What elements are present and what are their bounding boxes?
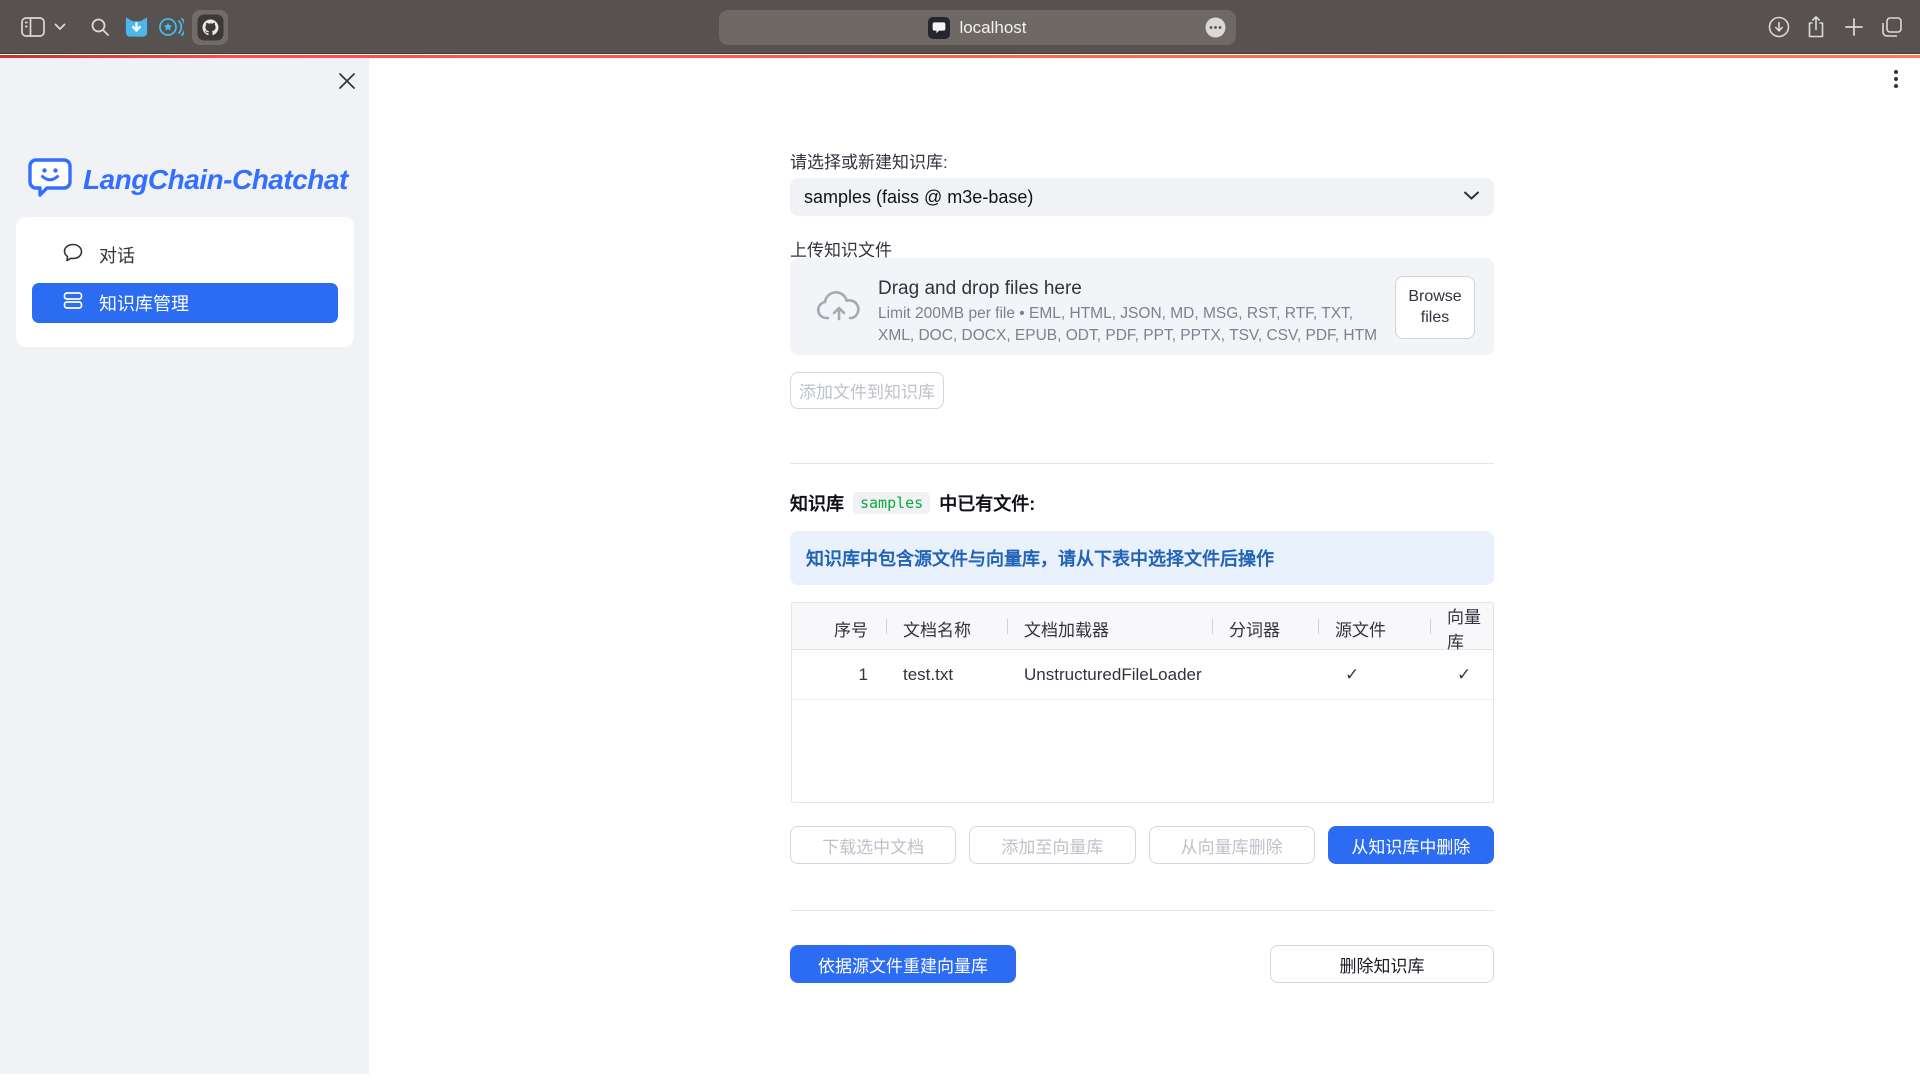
dropzone-limit-text: Limit 200MB per file • EML, HTML, JSON, …	[878, 303, 1393, 347]
add-to-vector-store-button[interactable]: 添加至向量库	[969, 826, 1135, 864]
kb-select-label: 请选择或新建知识库:	[790, 148, 948, 173]
chat-bubble-icon	[62, 242, 84, 268]
streamlit-decoration-bar	[0, 55, 1920, 58]
cell-name: test.txt	[886, 650, 1007, 699]
kb-heading-prefix: 知识库	[790, 490, 844, 516]
cell-index: 1	[792, 650, 886, 699]
dropzone-title: Drag and drop files here	[878, 278, 1082, 300]
browser-toolbar: localhost	[0, 0, 1920, 54]
info-text: 知识库中包含源文件与向量库，请从下表中选择文件后操作	[806, 545, 1274, 571]
column-header: 序号	[792, 603, 886, 653]
sidebar: LangChain-Chatchat 对话 知识库管理	[0, 58, 369, 1074]
divider	[790, 910, 1494, 911]
cell-loader: UnstructuredFileLoader	[1007, 650, 1212, 699]
url-text: localhost	[959, 18, 1026, 38]
cell-vector-check: ✓	[1430, 650, 1493, 699]
info-box: 知识库中包含源文件与向量库，请从下表中选择文件后操作	[790, 531, 1494, 585]
share-icon[interactable]	[1803, 0, 1829, 54]
kb-name-code: samples	[853, 492, 930, 514]
page-settings-icon[interactable]	[1205, 17, 1226, 38]
main-content: 请选择或新建知识库: samples (faiss @ m3e-base) 上传…	[369, 58, 1920, 1074]
cloud-upload-icon	[816, 290, 862, 329]
chevron-down-icon[interactable]	[52, 0, 68, 54]
cell-source-check: ✓	[1318, 650, 1430, 699]
downloads-icon[interactable]	[1766, 0, 1792, 54]
column-header: 源文件	[1318, 603, 1430, 653]
delete-from-kb-button[interactable]: 从知识库中删除	[1328, 826, 1494, 864]
add-files-to-kb-button[interactable]: 添加文件到知识库	[790, 372, 944, 409]
app-logo: LangChain-Chatchat	[27, 156, 348, 204]
search-icon[interactable]	[88, 0, 112, 54]
sidebar-item-knowledge-base[interactable]: 知识库管理	[32, 283, 338, 323]
kb-select-value: samples (faiss @ m3e-base)	[804, 187, 1463, 208]
tab-overview-icon[interactable]	[1878, 0, 1906, 54]
file-actions: 下载选中文档 添加至向量库 从向量库删除 从知识库中删除	[790, 826, 1494, 864]
sidebar-item-chat[interactable]: 对话	[32, 235, 338, 275]
sidebar-item-label: 对话	[99, 242, 135, 268]
download-extension-icon[interactable]	[122, 0, 150, 54]
site-favicon	[928, 17, 950, 39]
database-icon	[62, 290, 84, 316]
column-header: 文档名称	[886, 603, 1007, 653]
sidebar-menu: 对话 知识库管理	[16, 217, 354, 347]
download-selected-button[interactable]: 下载选中文档	[790, 826, 956, 864]
column-header: 文档加载器	[1007, 603, 1212, 653]
kb-files-table[interactable]: 序号 文档名称 文档加载器 分词器 源文件 向量库 1 test.txt Uns…	[791, 602, 1494, 803]
kb-heading-suffix: 中已有文件:	[939, 490, 1035, 516]
delete-kb-button[interactable]: 删除知识库	[1270, 945, 1494, 983]
rebuild-vector-store-button[interactable]: 依据源文件重建向量库	[790, 945, 1016, 983]
page-bottom-strip	[0, 1074, 1920, 1080]
table-row[interactable]: 1 test.txt UnstructuredFileLoader ✓ ✓	[792, 650, 1493, 700]
radar-extension-icon[interactable]	[157, 0, 185, 54]
sidebar-close-icon[interactable]	[334, 68, 360, 94]
select-chevron-down-icon	[1463, 188, 1480, 206]
sidebar-toggle-icon[interactable]	[20, 0, 46, 54]
file-dropzone[interactable]: Drag and drop files here Limit 200MB per…	[790, 258, 1494, 355]
chatchat-logo-icon	[27, 156, 73, 204]
address-bar[interactable]: localhost	[719, 10, 1236, 45]
column-header: 向量库	[1430, 603, 1493, 653]
app-menu-icon[interactable]	[1891, 66, 1901, 92]
sidebar-item-label: 知识库管理	[99, 290, 189, 316]
browse-files-button[interactable]: Browse files	[1395, 276, 1475, 339]
kb-files-heading: 知识库 samples 中已有文件:	[790, 490, 1035, 516]
column-header: 分词器	[1212, 603, 1318, 653]
github-extension-button[interactable]	[192, 10, 228, 45]
divider	[790, 463, 1494, 464]
remove-from-vector-store-button[interactable]: 从向量库删除	[1149, 826, 1315, 864]
kb-select[interactable]: samples (faiss @ m3e-base)	[790, 178, 1494, 216]
app-logo-text: LangChain-Chatchat	[83, 164, 348, 196]
new-tab-icon[interactable]	[1841, 0, 1867, 54]
table-header-row: 序号 文档名称 文档加载器 分词器 源文件 向量库	[792, 603, 1493, 650]
cell-splitter	[1212, 650, 1318, 699]
